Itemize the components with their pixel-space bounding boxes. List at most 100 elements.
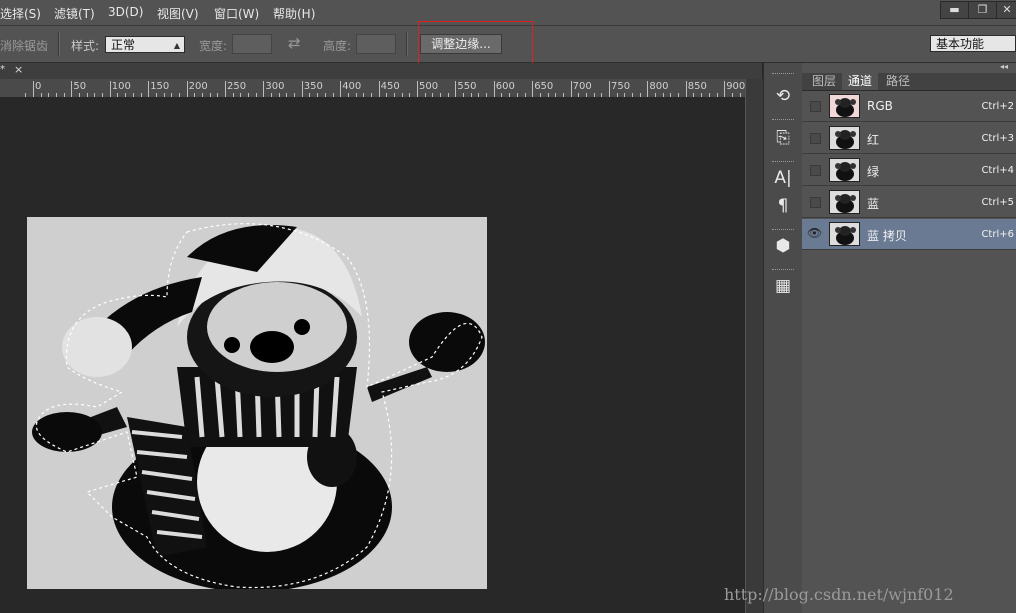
- channel-name: 蓝 拷贝: [867, 229, 907, 243]
- channel-shortcut: Ctrl+5: [981, 197, 1014, 208]
- channel-row[interactable]: 红 Ctrl+3: [802, 123, 1016, 154]
- ruler-tick: [109, 81, 111, 97]
- ruler-tick: [532, 81, 534, 97]
- tab-layers[interactable]: 图层: [806, 73, 842, 90]
- channel-shortcut: Ctrl+6: [981, 229, 1014, 240]
- channel-row[interactable]: 绿 Ctrl+4: [802, 155, 1016, 186]
- history-icon[interactable]: ⟲: [772, 85, 794, 107]
- ruler-label: 500: [419, 81, 439, 92]
- menu-window[interactable]: 窗口(W): [214, 5, 259, 22]
- ruler-label: 0: [35, 81, 42, 92]
- 3d-icon[interactable]: ⬢: [772, 235, 794, 257]
- menu-select[interactable]: 选择(S): [0, 5, 41, 22]
- restore-button[interactable]: ❐: [968, 1, 997, 19]
- ruler-label: 250: [227, 81, 247, 92]
- tab-modified-marker: *: [0, 64, 5, 75]
- grip-handle[interactable]: [772, 73, 794, 77]
- paragraph-icon[interactable]: ¶: [772, 195, 794, 217]
- width-input[interactable]: [232, 34, 272, 54]
- ruler-tick: [33, 81, 34, 97]
- channel-row[interactable]: 蓝 Ctrl+5: [802, 187, 1016, 218]
- ruler-tick: [378, 81, 380, 97]
- grip-handle[interactable]: [772, 269, 794, 273]
- channel-row[interactable]: 👁 蓝 拷贝 Ctrl+6: [802, 219, 1016, 250]
- ruler-label: 550: [457, 81, 477, 92]
- channel-name: 蓝: [867, 197, 880, 211]
- tab-paths[interactable]: 路径: [880, 73, 916, 90]
- ruler-label: 350: [303, 81, 323, 92]
- panel-icon-strip: ⟲ ⎘ A| ¶ ⬢ ▦: [763, 63, 803, 613]
- document-tab-strip: * ×: [0, 63, 762, 79]
- style-select[interactable]: 正常 ▲: [105, 36, 185, 53]
- visibility-toggle[interactable]: [810, 165, 821, 176]
- brush-preset-icon[interactable]: ⎘: [772, 127, 794, 149]
- channel-thumbnail: [829, 158, 860, 182]
- ruler-tick: [609, 81, 610, 97]
- tab-close-icon[interactable]: ×: [14, 63, 23, 76]
- workspace-select-value: 基本功能: [936, 37, 985, 51]
- visibility-toggle[interactable]: [810, 133, 821, 144]
- channel-thumbnail: [829, 94, 860, 118]
- watermark: http://blog.csdn.net/wjnf012: [724, 585, 954, 604]
- grip-handle[interactable]: [772, 161, 794, 165]
- visibility-toggle[interactable]: [810, 101, 821, 112]
- eye-icon[interactable]: 👁: [807, 226, 822, 240]
- close-button[interactable]: ✕: [996, 1, 1016, 19]
- menu-filter[interactable]: 滤镜(T): [54, 5, 95, 22]
- style-label: 样式:: [71, 39, 100, 53]
- ruler-label: 100: [111, 81, 131, 92]
- ruler-label: 650: [534, 81, 554, 92]
- ruler-tick: [724, 81, 726, 97]
- ruler-label: 750: [611, 81, 631, 92]
- channel-shortcut: Ctrl+4: [981, 165, 1014, 176]
- workspace-select[interactable]: 基本功能: [930, 35, 1016, 52]
- ruler-tick: [186, 81, 188, 97]
- channel-name: 红: [867, 133, 880, 147]
- ruler-tick: [685, 81, 687, 97]
- ruler-label: 450: [380, 81, 400, 92]
- channel-row[interactable]: RGB Ctrl+2: [802, 91, 1016, 122]
- separator: [58, 32, 60, 56]
- ruler-tick: [148, 81, 150, 97]
- vertical-scrollbar[interactable]: [745, 79, 763, 613]
- ruler-tick: [263, 81, 265, 97]
- ruler-label: 300: [265, 81, 285, 92]
- tab-channels[interactable]: 通道: [842, 73, 879, 90]
- ruler-label: 700: [572, 81, 592, 92]
- minimize-button[interactable]: ▬: [940, 1, 969, 19]
- ruler-label: 50: [73, 81, 87, 92]
- ruler-tick: [417, 81, 418, 97]
- ruler-label: 200: [188, 81, 208, 92]
- width-label: 宽度:: [199, 39, 228, 53]
- ruler-tick: [340, 81, 342, 97]
- ruler-label: 800: [649, 81, 669, 92]
- character-icon[interactable]: A|: [772, 167, 794, 189]
- channels-panel: ◂◂ 图层 通道 路径 RGB Ctrl+2 红 Ctrl+3 绿 Ctrl+4 蓝 Ctrl…: [802, 62, 1016, 613]
- menu-help[interactable]: 帮助(H): [273, 5, 315, 22]
- ruler-label: 150: [150, 81, 170, 92]
- swap-icon[interactable]: ⇄: [288, 34, 301, 52]
- ruler-tick: [71, 81, 73, 97]
- ruler-tick: [493, 81, 495, 97]
- menu-3d[interactable]: 3D(D): [108, 5, 143, 19]
- properties-icon[interactable]: ▦: [772, 275, 794, 297]
- antialias-checkbox-label[interactable]: 消除锯齿: [0, 37, 48, 54]
- channel-name: RGB: [867, 99, 893, 113]
- updown-arrow-icon: ▲: [173, 41, 180, 50]
- style-select-value: 正常: [111, 38, 136, 52]
- ruler-tick: [301, 81, 303, 97]
- ruler-tick: [570, 81, 572, 97]
- horizontal-ruler: 0 50 100 150 200 250 300 350 400 450 500 550 600 650 7…: [0, 79, 745, 98]
- ruler-tick: [225, 81, 226, 97]
- menu-view[interactable]: 视图(V): [157, 5, 199, 22]
- ruler-label: 600: [495, 81, 515, 92]
- ruler-tick: [455, 81, 457, 97]
- collapse-icon[interactable]: ◂◂: [1000, 62, 1008, 71]
- ruler-label: 850: [687, 81, 707, 92]
- grip-handle[interactable]: [772, 119, 794, 123]
- visibility-toggle[interactable]: [810, 197, 821, 208]
- ruler-tick: [647, 81, 649, 97]
- grip-handle[interactable]: [772, 229, 794, 233]
- height-input[interactable]: [356, 34, 396, 54]
- separator: [406, 32, 408, 56]
